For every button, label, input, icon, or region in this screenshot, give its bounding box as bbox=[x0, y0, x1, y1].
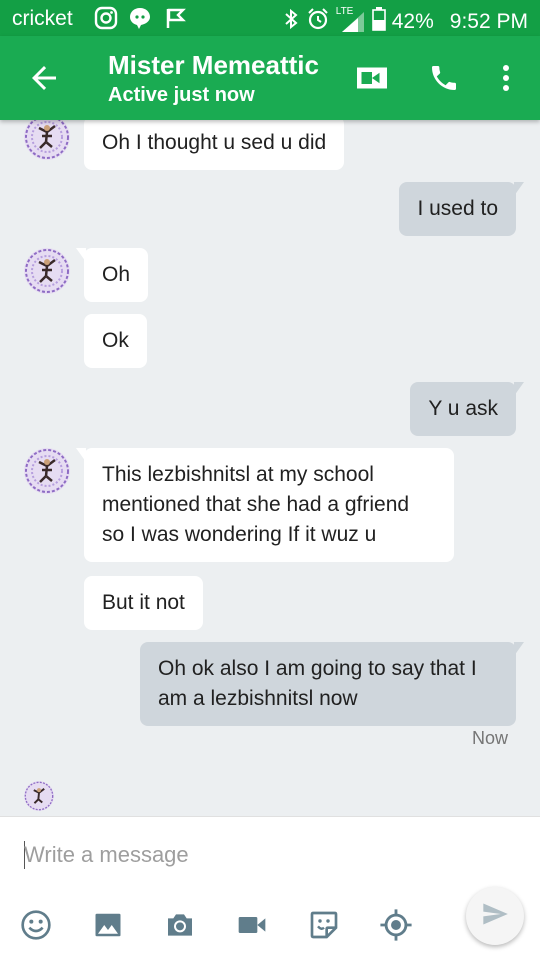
app-bar: Mister Memeattic Active just now bbox=[0, 36, 540, 120]
status-right: LTE 42% 9:52 PM bbox=[282, 6, 528, 37]
contact-status: Active just now bbox=[108, 84, 255, 106]
chat-bubble-icon bbox=[128, 6, 152, 35]
battery-percent: 42% bbox=[391, 10, 434, 33]
contact-name[interactable]: Mister Memeattic bbox=[108, 50, 319, 81]
message-bubble-incoming[interactable]: This lezbishnitsl at my school mentioned… bbox=[76, 448, 454, 562]
clock: 9:52 PM bbox=[449, 10, 528, 33]
battery-icon bbox=[371, 7, 386, 37]
instagram-icon bbox=[94, 6, 118, 35]
message-input[interactable] bbox=[24, 839, 424, 871]
message-bubble-outgoing[interactable]: Oh ok also I am going to say that I am a… bbox=[140, 642, 524, 726]
bluetooth-icon bbox=[282, 8, 300, 36]
composer bbox=[0, 816, 540, 960]
phone-icon[interactable] bbox=[424, 58, 464, 98]
message-bubble-incoming[interactable]: Oh bbox=[75, 248, 149, 302]
gallery-icon[interactable] bbox=[88, 905, 128, 945]
seen-avatar bbox=[24, 781, 54, 811]
camera-icon[interactable] bbox=[160, 905, 200, 945]
alarm-icon bbox=[306, 7, 330, 37]
carrier-label: cricket bbox=[12, 7, 73, 30]
video-call-icon[interactable] bbox=[352, 58, 392, 98]
sticker-icon[interactable] bbox=[304, 905, 344, 945]
contact-avatar[interactable] bbox=[24, 248, 70, 294]
status-bar: cricket LTE 42% 9:52 PM bbox=[0, 0, 540, 36]
contact-avatar[interactable] bbox=[24, 114, 70, 160]
video-icon[interactable] bbox=[232, 905, 272, 945]
message-bubble-outgoing[interactable]: Y u ask bbox=[410, 382, 524, 436]
flag-icon bbox=[164, 6, 188, 35]
send-button[interactable] bbox=[466, 887, 524, 945]
location-icon[interactable] bbox=[376, 905, 416, 945]
message-bubble-outgoing[interactable]: I used to bbox=[399, 182, 524, 236]
message-bubble-incoming[interactable]: Oh I thought u sed u did bbox=[84, 116, 345, 170]
message-bubble-incoming[interactable]: Ok bbox=[84, 314, 147, 368]
contact-avatar[interactable] bbox=[24, 448, 70, 494]
message-bubble-incoming[interactable]: But it not bbox=[84, 576, 203, 630]
send-icon bbox=[481, 900, 509, 933]
more-vert-icon[interactable] bbox=[486, 58, 526, 98]
signal-icon: LTE bbox=[336, 6, 366, 34]
emoji-icon[interactable] bbox=[16, 905, 56, 945]
back-arrow-icon[interactable] bbox=[26, 60, 62, 96]
message-timestamp: Now bbox=[471, 728, 508, 748]
